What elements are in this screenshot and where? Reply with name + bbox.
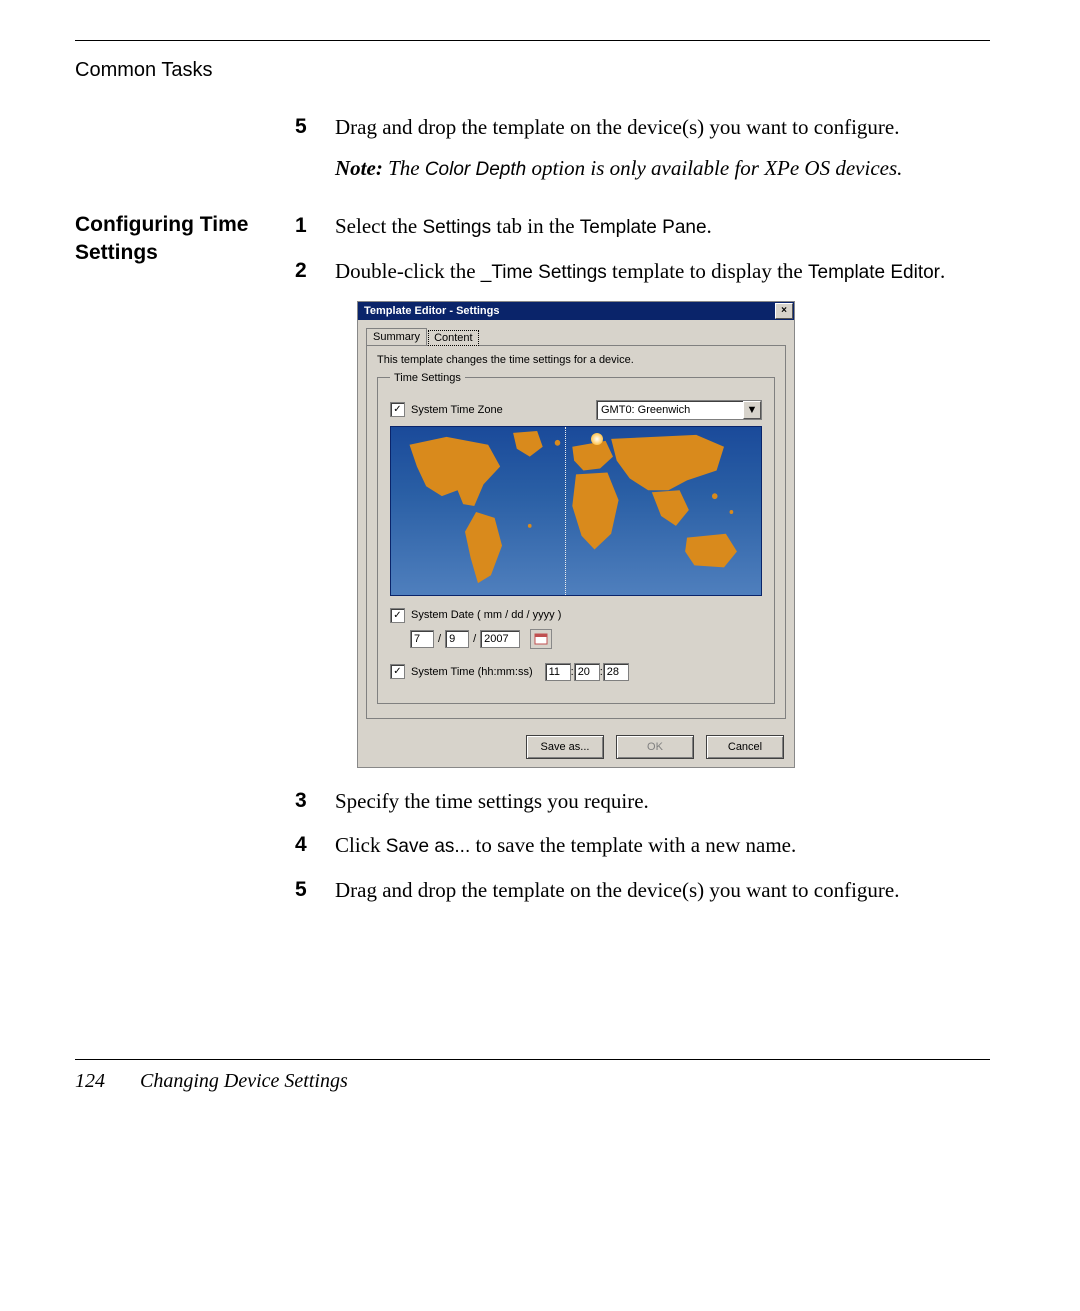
step-text: Drag and drop the template on the device… [335,112,990,142]
fieldset-legend: Time Settings [390,372,465,384]
timezone-label: System Time Zone [411,404,503,416]
step-text: Click Save as... to save the template wi… [335,830,990,861]
date-yyyy[interactable]: 2007 [480,630,520,648]
timezone-select[interactable]: GMT0: Greenwich ▼ [596,400,762,420]
section-heading: Configuring Time Settings [75,211,285,266]
dialog-description: This template changes the time settings … [377,354,775,366]
step-number: 5 [295,875,335,905]
chevron-down-icon[interactable]: ▼ [743,401,761,419]
note: Note: The Color Depth option is only ava… [335,156,990,181]
save-as-button[interactable]: Save as... [526,735,604,759]
page-number: 124 [75,1070,135,1093]
world-map[interactable] [390,426,762,596]
date-checkbox[interactable]: ✓ [390,608,405,623]
timezone-checkbox[interactable]: ✓ [390,402,405,417]
date-mm[interactable]: 7 [410,630,434,648]
running-header: Common Tasks [75,59,990,82]
timezone-value: GMT0: Greenwich [601,404,690,416]
dialog-title: Template Editor - Settings [364,305,499,317]
time-ss[interactable]: 28 [603,663,629,681]
time-hh[interactable]: 11 [545,663,571,681]
step-text: Select the Settings tab in the Template … [335,211,990,242]
ok-button[interactable]: OK [616,735,694,759]
step-number: 5 [295,112,335,142]
time-mm[interactable]: 20 [574,663,600,681]
date-dd[interactable]: 9 [445,630,469,648]
footer-title: Changing Device Settings [140,1070,348,1092]
step-number: 2 [295,256,335,287]
page-footer: 124 Changing Device Settings [75,1070,990,1093]
step-number: 1 [295,211,335,242]
time-label: System Time (hh:mm:ss) [411,666,533,678]
close-icon[interactable]: × [775,303,793,319]
step-text: Specify the time settings you require. [335,786,990,816]
tab-content[interactable]: Content [428,330,479,346]
step-text: Drag and drop the template on the device… [335,875,990,905]
template-editor-dialog: Template Editor - Settings × Summary Con… [357,301,795,768]
step-number: 4 [295,830,335,861]
cancel-button[interactable]: Cancel [706,735,784,759]
tab-summary[interactable]: Summary [366,328,427,345]
date-label: System Date ( mm / dd / yyyy ) [411,609,561,621]
calendar-icon[interactable] [530,629,552,649]
step-text: Double-click the _Time Settings template… [335,256,990,287]
sun-icon [591,433,603,445]
step-number: 3 [295,786,335,816]
time-checkbox[interactable]: ✓ [390,664,405,679]
